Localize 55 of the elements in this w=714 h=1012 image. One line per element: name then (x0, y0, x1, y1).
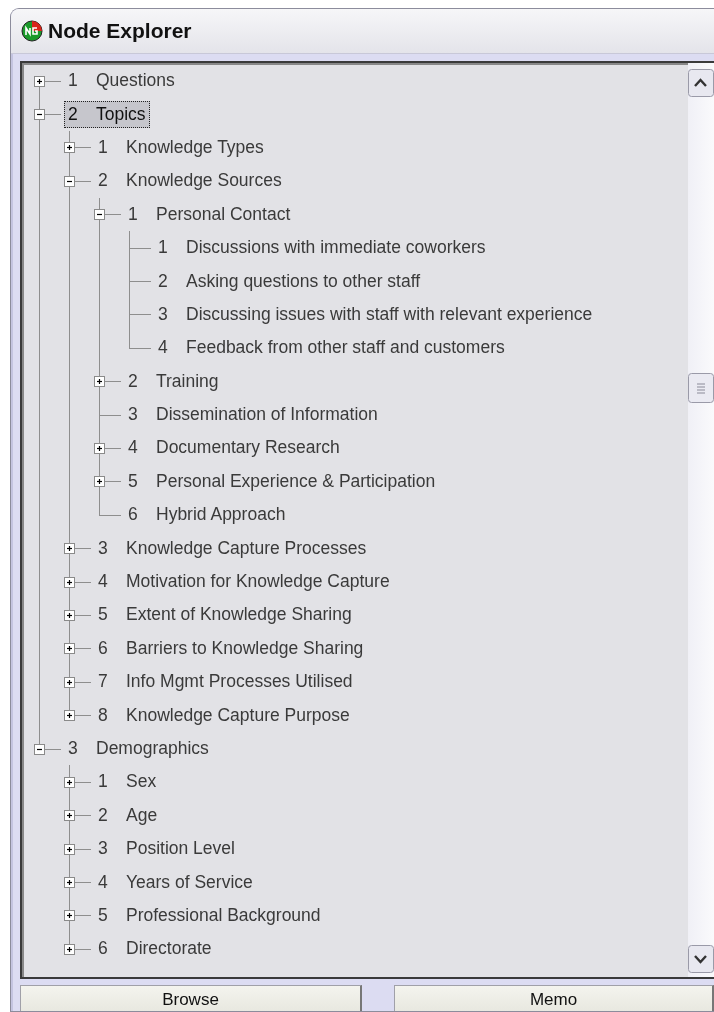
expand-icon[interactable] (64, 142, 75, 154)
expand-icon[interactable] (64, 609, 75, 621)
tree-item[interactable]: 1 Discussions with immediate coworkers (154, 234, 490, 262)
tab-button[interactable]: Memo (394, 985, 714, 1011)
scrollbar-thumb[interactable] (688, 373, 714, 403)
expand-icon[interactable] (64, 877, 75, 889)
expand-icon[interactable] (94, 376, 105, 388)
expand-icon[interactable] (64, 843, 75, 855)
tree-item[interactable]: 2 Training (124, 367, 223, 395)
expand-icon[interactable] (64, 543, 75, 555)
expand-icon[interactable] (64, 576, 75, 588)
tree-item[interactable]: 4 Documentary Research (124, 434, 344, 462)
window-title: Node Explorer (48, 19, 192, 43)
tree-item[interactable]: 1 Questions (64, 67, 179, 95)
tree-item[interactable]: 3 Demographics (64, 735, 213, 762)
tree-item[interactable]: 2 Asking questions to other staff (154, 267, 425, 295)
expand-icon[interactable] (94, 443, 105, 454)
expand-icon[interactable] (64, 643, 75, 655)
scroll-down-button[interactable] (688, 945, 714, 973)
tree-item[interactable]: 1 Sex (94, 768, 161, 796)
tree-item[interactable]: 4 Motivation for Knowledge Capture (94, 568, 394, 596)
expand-icon[interactable] (64, 910, 75, 922)
collapse-icon[interactable] (34, 743, 45, 755)
scroll-up-button[interactable] (688, 69, 714, 97)
tree-item[interactable]: 4 Feedback from other staff and customers (154, 334, 509, 362)
tree-item[interactable]: 3 Knowledge Capture Processes (94, 534, 371, 562)
tree-item[interactable]: 3 Discussing issues with staff with relevant experience (154, 300, 597, 328)
expand-icon[interactable] (64, 810, 75, 822)
collapse-icon[interactable] (34, 109, 45, 121)
tree-item[interactable]: 7 Info Mgmt Processes Utilised (94, 668, 357, 696)
tree-item[interactable]: 3 Position Level (94, 835, 239, 863)
expand-icon[interactable] (64, 676, 75, 688)
expand-icon[interactable] (94, 476, 105, 488)
tree-item[interactable]: 8 Knowledge Capture Purpose (94, 701, 354, 729)
tab-button[interactable]: Browse (20, 985, 362, 1011)
tree-item[interactable]: 3 Dissemination of Information (124, 401, 382, 429)
expand-icon[interactable] (64, 943, 75, 955)
tree-item[interactable]: 6 Hybrid Approach (124, 501, 290, 529)
tree-item[interactable]: 6 Directorate (94, 935, 216, 963)
tree-item[interactable]: 4 Years of Service (94, 868, 257, 896)
tree-item[interactable]: 2 Topics (64, 100, 150, 128)
collapse-icon[interactable] (94, 209, 105, 221)
app-logo-icon (21, 20, 43, 42)
tree-item[interactable]: 6 Barriers to Knowledge Sharing (94, 634, 368, 662)
tree-item[interactable]: 1 Knowledge Types (94, 133, 268, 161)
collapse-icon[interactable] (64, 175, 75, 187)
tree-item[interactable]: 2 Knowledge Sources (94, 167, 286, 195)
tree-item[interactable]: 5 Professional Background (94, 901, 325, 929)
tree-item[interactable]: 1 Personal Contact (124, 200, 295, 228)
expand-icon[interactable] (64, 710, 75, 722)
expand-icon[interactable] (64, 776, 75, 788)
tree-item[interactable]: 2 Age (94, 801, 162, 829)
tree-item[interactable]: 5 Personal Experience & Participation (124, 467, 440, 495)
tree-item[interactable]: 5 Extent of Knowledge Sharing (94, 601, 356, 629)
expand-icon[interactable] (34, 75, 45, 87)
